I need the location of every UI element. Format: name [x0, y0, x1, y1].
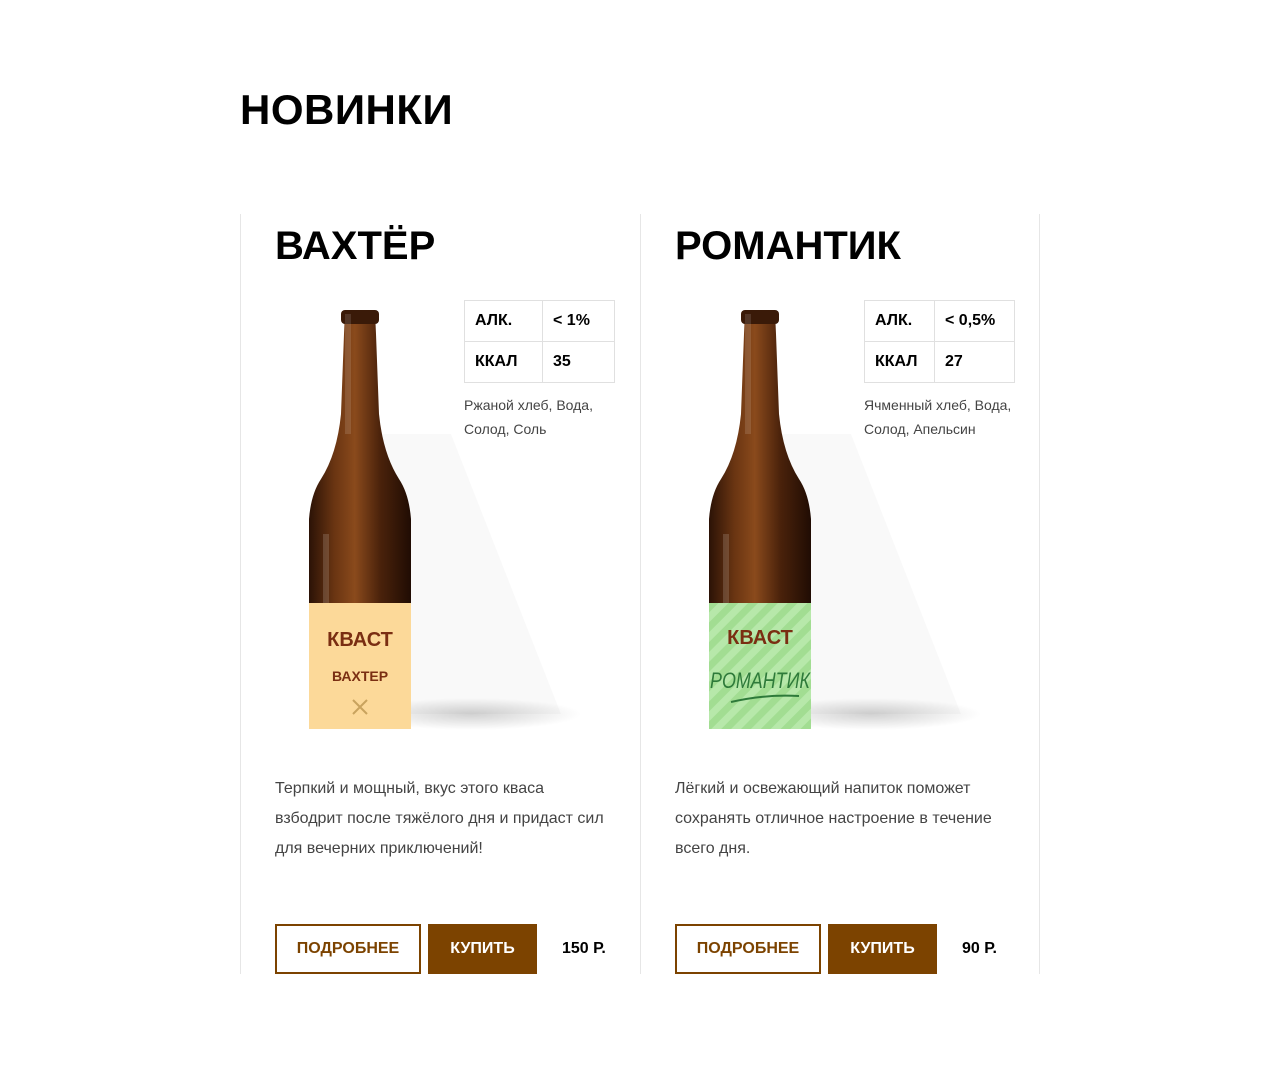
specs-table: АЛК. < 1% ККАЛ 35: [464, 300, 615, 383]
bottle-label: [309, 603, 411, 729]
product-description: Терпкий и мощный, вкус этого кваса взбод…: [275, 780, 604, 857]
spec-value: 35: [542, 341, 615, 383]
specs-table: АЛК. < 0,5% ККАЛ 27: [864, 300, 1015, 383]
spec-row: АЛК. < 0,5%: [864, 300, 1015, 342]
price: 150 Р.: [562, 940, 606, 957]
spec-value: < 0,5%: [934, 300, 1015, 342]
product-card-vakhter: ВАХТЁР КВАСТ ВАХТЕР АЛК. < 1% ККАЛ 35 Рж…: [240, 214, 640, 974]
more-button[interactable]: ПОДРОБНЕЕ: [675, 924, 821, 974]
label-name: ВАХТЕР: [332, 668, 388, 684]
spec-label: ККАЛ: [464, 341, 543, 383]
spec-row: ККАЛ 27: [864, 341, 1015, 383]
spec-value: 27: [934, 341, 1015, 383]
spec-label: АЛК.: [464, 300, 543, 342]
spec-value: < 1%: [542, 300, 615, 342]
spec-label: ККАЛ: [864, 341, 935, 383]
buy-button[interactable]: КУПИТЬ: [428, 924, 537, 974]
ingredients: Ячменный хлеб, Вода, Солод, Апельсин: [864, 397, 1012, 437]
bottle-label: [709, 603, 811, 729]
product-list: ВАХТЁР КВАСТ ВАХТЕР АЛК. < 1% ККАЛ 35 Рж…: [240, 214, 1040, 974]
section-title: НОВИНКИ: [240, 86, 454, 133]
label-brand: КВАСТ: [327, 629, 393, 651]
product-card-romantik: РОМАНТИК КВАСТ РОМАНТИК АЛК. < 0,5% ККАЛ…: [640, 214, 1040, 974]
product-title: ВАХТЁР: [275, 224, 436, 268]
spec-row: ККАЛ 35: [464, 341, 615, 383]
product-title: РОМАНТИК: [675, 224, 901, 268]
product-actions: ПОДРОБНЕЕ КУПИТЬ 150 Р.: [275, 924, 606, 974]
ingredients: Ржаной хлеб, Вода, Солод, Соль: [464, 397, 593, 437]
spec-label: АЛК.: [864, 300, 935, 342]
buy-button[interactable]: КУПИТЬ: [828, 924, 937, 974]
spec-row: АЛК. < 1%: [464, 300, 615, 342]
product-actions: ПОДРОБНЕЕ КУПИТЬ 90 Р.: [675, 924, 997, 974]
product-description: Лёгкий и освежающий напиток поможет сохр…: [675, 780, 992, 857]
label-brand: КВАСТ: [727, 627, 793, 649]
price: 90 Р.: [962, 940, 997, 957]
more-button[interactable]: ПОДРОБНЕЕ: [275, 924, 421, 974]
label-name: РОМАНТИК: [710, 668, 811, 693]
